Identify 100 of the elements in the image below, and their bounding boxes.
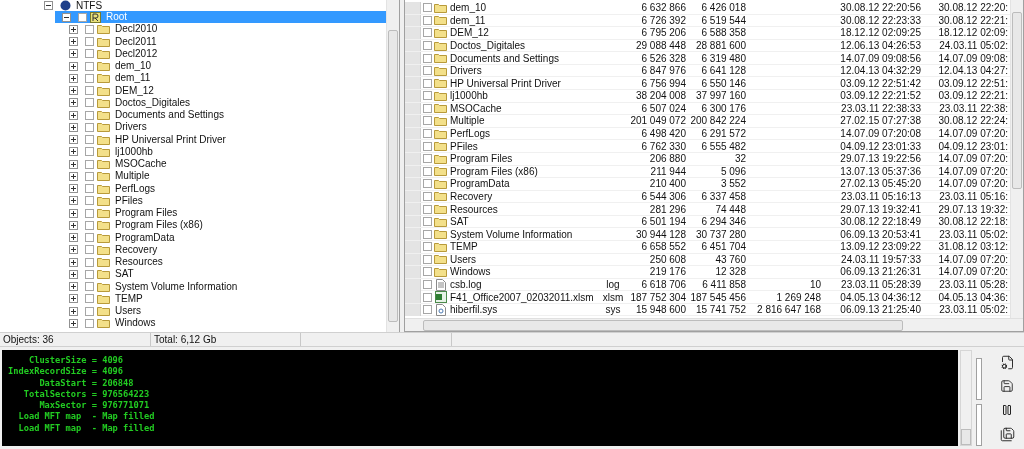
file-name[interactable]: csb.log bbox=[448, 279, 598, 291]
scrollbar[interactable] bbox=[960, 350, 972, 446]
checkbox[interactable] bbox=[422, 141, 432, 151]
scrollbar[interactable] bbox=[405, 318, 1023, 331]
checkbox[interactable] bbox=[85, 220, 94, 230]
expand-icon[interactable] bbox=[69, 318, 78, 328]
checkbox[interactable] bbox=[85, 122, 94, 132]
tree-item[interactable]: Decl2012 bbox=[113, 47, 160, 60]
file-name[interactable]: System Volume Information bbox=[448, 228, 598, 240]
tree-item[interactable]: Documents and Settings bbox=[113, 109, 226, 122]
expand-icon[interactable] bbox=[69, 147, 78, 157]
tree-item[interactable]: Decl2011 bbox=[113, 35, 159, 48]
file-name[interactable]: Recovery bbox=[448, 190, 598, 202]
file-name[interactable]: HP Universal Print Driver bbox=[448, 77, 598, 89]
file-name[interactable]: Program Files bbox=[448, 153, 598, 165]
expand-icon[interactable] bbox=[69, 171, 78, 181]
checkbox[interactable] bbox=[85, 171, 94, 181]
checkbox[interactable] bbox=[422, 267, 432, 277]
checkbox[interactable] bbox=[85, 135, 94, 145]
expand-icon[interactable] bbox=[69, 233, 78, 243]
checkbox[interactable] bbox=[85, 318, 94, 328]
checkbox[interactable] bbox=[422, 154, 432, 164]
expand-icon[interactable] bbox=[69, 110, 78, 120]
file-name[interactable]: DEM_12 bbox=[448, 27, 598, 39]
expand-icon[interactable] bbox=[69, 306, 78, 316]
file-name[interactable]: TEMP bbox=[448, 241, 598, 253]
file-name[interactable]: dem_10 bbox=[448, 2, 598, 14]
tree-item[interactable]: Users bbox=[113, 305, 144, 318]
checkbox[interactable] bbox=[422, 191, 432, 201]
file-name[interactable]: MSOCache bbox=[448, 102, 598, 114]
expand-icon[interactable] bbox=[69, 24, 78, 34]
expand-icon[interactable] bbox=[69, 49, 78, 59]
expand-icon[interactable] bbox=[69, 282, 78, 292]
checkbox[interactable] bbox=[422, 229, 432, 239]
checkbox[interactable] bbox=[85, 159, 94, 169]
checkbox[interactable] bbox=[85, 257, 94, 267]
expand-icon[interactable] bbox=[69, 135, 78, 145]
expand-icon[interactable] bbox=[69, 245, 78, 255]
checkbox[interactable] bbox=[422, 129, 432, 139]
checkbox[interactable] bbox=[85, 245, 94, 255]
checkbox[interactable] bbox=[422, 41, 432, 50]
expand-icon[interactable] bbox=[69, 269, 78, 279]
checkbox[interactable] bbox=[422, 91, 432, 101]
checkbox[interactable] bbox=[422, 242, 432, 252]
checkbox[interactable] bbox=[85, 208, 94, 218]
tree-item[interactable]: lj1000hb bbox=[113, 145, 155, 158]
tree-item[interactable]: NTFS bbox=[74, 0, 105, 12]
checkbox[interactable] bbox=[422, 15, 432, 25]
tree-item[interactable]: SAT bbox=[113, 268, 136, 281]
expand-icon[interactable] bbox=[69, 98, 78, 108]
expand-icon[interactable] bbox=[69, 37, 78, 47]
file-name[interactable]: ProgramData bbox=[448, 178, 598, 190]
expand-icon[interactable] bbox=[69, 294, 78, 304]
checkbox[interactable] bbox=[422, 305, 432, 315]
file-name[interactable]: dem_11 bbox=[448, 14, 598, 26]
tree-item[interactable]: Resources bbox=[113, 256, 165, 269]
checkbox[interactable] bbox=[85, 37, 94, 47]
scrollbar[interactable] bbox=[1010, 0, 1023, 318]
file-name[interactable]: PFiles bbox=[448, 140, 598, 152]
checkbox[interactable] bbox=[422, 28, 432, 38]
tree-item[interactable]: System Volume Information bbox=[113, 280, 240, 293]
file-name[interactable]: Windows bbox=[448, 266, 598, 278]
expand-icon[interactable] bbox=[69, 208, 78, 218]
collapse-icon[interactable] bbox=[44, 1, 53, 10]
tree-item[interactable]: ProgramData bbox=[113, 231, 177, 244]
file-name[interactable]: Multiple bbox=[448, 115, 598, 127]
checkbox[interactable] bbox=[85, 233, 94, 243]
file-name[interactable]: Drivers bbox=[448, 65, 598, 77]
tree-item[interactable]: dem_10 bbox=[113, 60, 154, 73]
checkbox[interactable] bbox=[85, 196, 94, 206]
expand-icon[interactable] bbox=[69, 184, 78, 194]
file-name[interactable]: Documents and Settings bbox=[448, 52, 598, 64]
tree-item[interactable]: DEM_12 bbox=[113, 84, 156, 97]
checkbox[interactable] bbox=[85, 110, 94, 120]
checkbox[interactable] bbox=[85, 294, 94, 304]
file-name[interactable]: Resources bbox=[448, 203, 598, 215]
file-name[interactable]: Users bbox=[448, 253, 598, 265]
expand-icon[interactable] bbox=[69, 61, 78, 71]
tree-item[interactable]: HP Universal Print Driver bbox=[113, 133, 228, 146]
file-name[interactable]: Doctos_Digitales bbox=[448, 40, 598, 51]
checkbox[interactable] bbox=[422, 179, 432, 189]
tree-item[interactable]: Decl2010 bbox=[113, 23, 160, 36]
checkbox[interactable] bbox=[422, 292, 432, 302]
expand-icon[interactable] bbox=[69, 220, 78, 230]
checkbox[interactable] bbox=[422, 204, 432, 214]
checkbox[interactable] bbox=[85, 282, 94, 292]
file-name[interactable]: SAT bbox=[448, 216, 598, 228]
file-name[interactable]: F41_Office2007_02032011.xlsm bbox=[448, 291, 598, 303]
checkbox[interactable] bbox=[85, 98, 94, 108]
file-name[interactable]: Program Files (x86) bbox=[448, 165, 598, 177]
tree-item[interactable]: Doctos_Digitales bbox=[113, 96, 193, 109]
collapse-icon[interactable] bbox=[62, 12, 71, 22]
tree-item[interactable]: Program Files (x86) bbox=[113, 219, 205, 232]
expand-icon[interactable] bbox=[69, 196, 78, 206]
expand-icon[interactable] bbox=[69, 159, 78, 169]
checkbox[interactable] bbox=[85, 184, 94, 194]
tree-item[interactable]: Multiple bbox=[113, 170, 152, 183]
checkbox[interactable] bbox=[85, 147, 94, 157]
checkbox[interactable] bbox=[422, 3, 432, 13]
checkbox[interactable] bbox=[422, 116, 432, 126]
